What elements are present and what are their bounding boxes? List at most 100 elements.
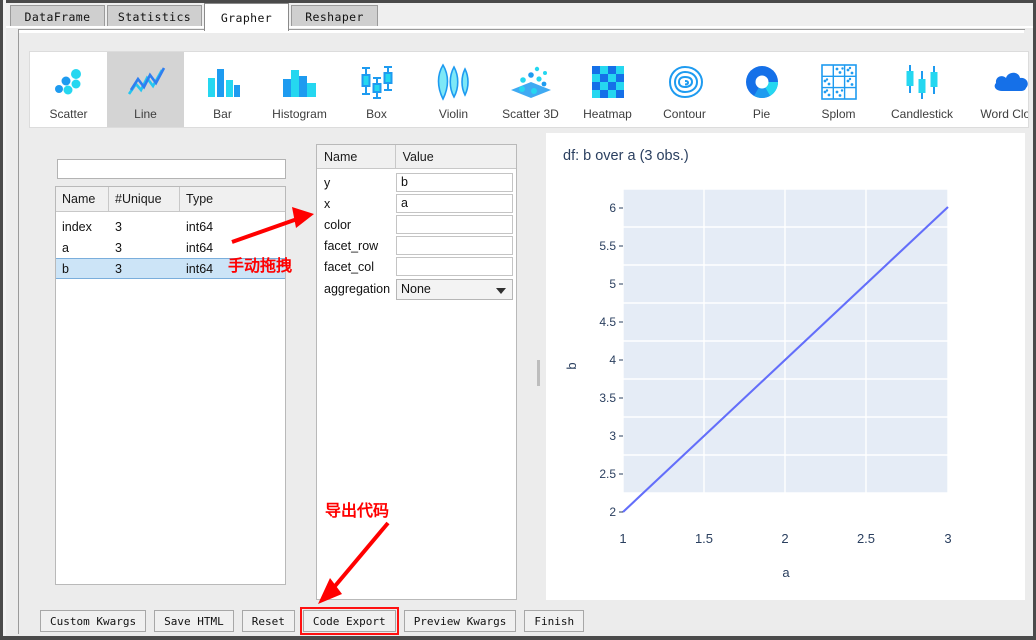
field-type: int64 xyxy=(186,261,214,276)
property-value-x[interactable]: a xyxy=(396,194,513,213)
line-icon xyxy=(120,61,172,103)
svg-text:3: 3 xyxy=(944,531,951,546)
table-row[interactable]: index 3 int64 xyxy=(56,216,285,237)
field-type: int64 xyxy=(186,240,214,255)
fields-table[interactable]: Name #Unique Type index 3 int64 a 3 int6… xyxy=(55,186,286,585)
svg-text:b: b xyxy=(564,362,579,369)
chart-type-bar[interactable]: Bar xyxy=(184,52,261,127)
candlestick-icon xyxy=(896,61,948,103)
save-html-button[interactable]: Save HTML xyxy=(154,610,234,632)
property-label: color xyxy=(324,217,352,232)
contour-icon xyxy=(659,61,711,103)
preview-kwargs-button[interactable]: Preview Kwargs xyxy=(403,610,517,632)
pie-icon xyxy=(736,61,788,103)
svg-text:3: 3 xyxy=(609,429,616,443)
chart-type-violin[interactable]: Violin xyxy=(415,52,492,127)
chart-type-toolbar[interactable]: Scatter Line Bar Histogram Box Violin Sc… xyxy=(29,51,1029,128)
tab-statistics[interactable]: Statistics xyxy=(107,5,202,28)
violin-icon xyxy=(428,61,480,103)
window-border-left-inner xyxy=(3,0,6,640)
chart-type-label: Splom xyxy=(821,107,856,121)
chart-type-scatter[interactable]: Scatter xyxy=(30,52,107,127)
table-row[interactable]: b 3 int64 xyxy=(56,258,285,279)
histogram-icon xyxy=(274,61,326,103)
property-label: facet_col xyxy=(324,259,375,274)
aggregation-dropdown[interactable]: None xyxy=(396,278,513,300)
reset-button[interactable]: Reset xyxy=(241,610,295,632)
chart-type-label: Bar xyxy=(213,107,232,121)
property-value-facet-col[interactable] xyxy=(396,257,513,276)
bar-icon xyxy=(197,61,249,103)
properties-table[interactable]: Name Value y b x a color facet_row facet… xyxy=(316,144,517,600)
property-row-facet-col: facet_col xyxy=(317,256,516,277)
chart-type-label: Candlestick xyxy=(890,107,954,121)
custom-kwargs-button[interactable]: Custom Kwargs xyxy=(40,610,147,632)
svg-text:1.5: 1.5 xyxy=(695,531,713,546)
svg-text:4: 4 xyxy=(609,353,616,367)
wordcloud-icon xyxy=(986,61,1028,103)
code-export-button[interactable]: Code Export xyxy=(299,607,399,635)
line-chart: 2 2.5 3 3.5 4 4.5 5 5.5 6 1 1.5 2 2.5 3 … xyxy=(564,188,952,580)
chart-type-candlestick[interactable]: Candlestick xyxy=(877,52,967,127)
chart-type-label: Pie xyxy=(752,107,771,121)
column-header-type: Type xyxy=(186,191,214,206)
column-header-unique: #Unique xyxy=(109,187,180,212)
svg-text:5.5: 5.5 xyxy=(599,239,616,253)
property-row-y: y b xyxy=(317,172,516,193)
chart-type-histogram[interactable]: Histogram xyxy=(261,52,338,127)
panel-splitter[interactable] xyxy=(530,144,546,600)
chart-type-label: Contour xyxy=(663,107,706,121)
svg-text:6: 6 xyxy=(609,201,616,215)
tab-grapher[interactable]: Grapher xyxy=(204,3,289,31)
property-row-facet-row: facet_row xyxy=(317,235,516,256)
chart-type-pie[interactable]: Pie xyxy=(723,52,800,127)
window-border-bottom xyxy=(0,636,1036,640)
field-type: int64 xyxy=(186,219,214,234)
svg-text:3.5: 3.5 xyxy=(599,391,616,405)
tab-reshaper[interactable]: Reshaper xyxy=(291,5,378,28)
field-unique: 3 xyxy=(115,261,122,276)
box-icon xyxy=(351,61,403,103)
splom-icon xyxy=(813,61,865,103)
svg-text:1: 1 xyxy=(619,531,626,546)
svg-text:2.5: 2.5 xyxy=(599,467,616,481)
table-row[interactable]: a 3 int64 xyxy=(56,237,285,258)
property-row-x: x a xyxy=(317,193,516,214)
chart-type-label: Scatter xyxy=(49,107,88,121)
chart-type-heatmap[interactable]: Heatmap xyxy=(569,52,646,127)
svg-text:2.5: 2.5 xyxy=(857,531,875,546)
column-header-name: Name xyxy=(56,187,109,212)
chart-type-label: Box xyxy=(366,107,387,121)
svg-text:2: 2 xyxy=(609,505,616,519)
tab-bar: DataFrame Statistics Grapher Reshaper xyxy=(6,3,1033,31)
chart-type-scatter-3d[interactable]: Scatter 3D xyxy=(492,52,569,127)
svg-text:a: a xyxy=(782,565,790,580)
svg-text:2: 2 xyxy=(781,531,788,546)
property-value-color[interactable] xyxy=(396,215,513,234)
property-row-color: color xyxy=(317,214,516,235)
chart-type-splom[interactable]: Splom xyxy=(800,52,877,127)
property-value-y[interactable]: b xyxy=(396,173,513,192)
field-name: index xyxy=(62,219,92,234)
splitter-grip[interactable] xyxy=(537,360,540,386)
chart-type-label: Scatter 3D xyxy=(502,107,559,121)
chart-type-box[interactable]: Box xyxy=(338,52,415,127)
field-unique: 3 xyxy=(115,219,122,234)
chart-type-label: Word Cloud xyxy=(980,107,1028,121)
field-search-input[interactable] xyxy=(57,159,286,179)
chart-type-label: Heatmap xyxy=(583,107,632,121)
property-row-aggregation: aggregation None xyxy=(317,277,516,301)
finish-button[interactable]: Finish xyxy=(524,610,585,632)
field-unique: 3 xyxy=(115,240,122,255)
column-header-value: Value xyxy=(402,150,434,164)
chart-type-contour[interactable]: Contour xyxy=(646,52,723,127)
chart-type-word-cloud[interactable]: Word Cloud xyxy=(967,52,1028,127)
chart-type-line[interactable]: Line xyxy=(107,52,184,127)
property-label: y xyxy=(324,175,331,190)
tab-dataframe[interactable]: DataFrame xyxy=(10,5,105,28)
properties-table-header: Name Value xyxy=(317,145,516,169)
chevron-down-icon xyxy=(496,287,506,294)
scatter3d-icon xyxy=(505,61,557,103)
property-value-facet-row[interactable] xyxy=(396,236,513,255)
grapher-window: DataFrame Statistics Grapher Reshaper Sc… xyxy=(0,0,1036,640)
